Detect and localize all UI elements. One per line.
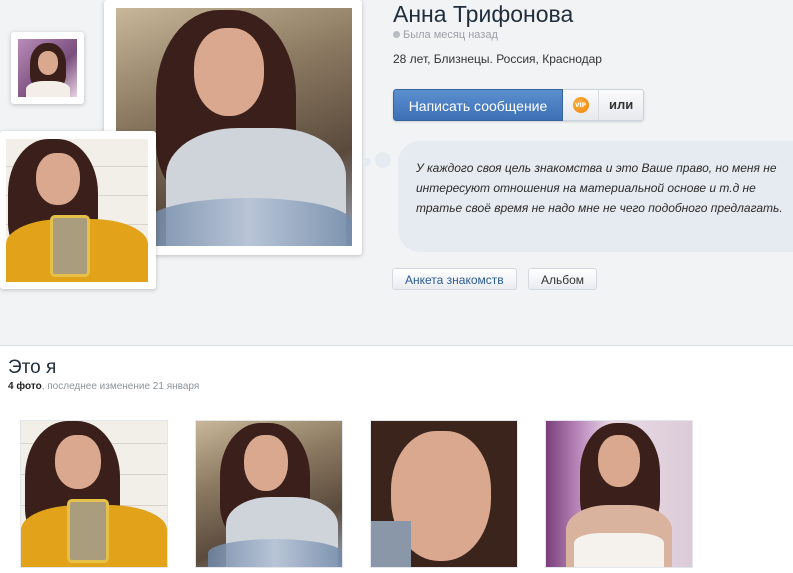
message-button-group: Написать сообщение VIP или	[393, 89, 645, 121]
vip-icon: VIP	[572, 97, 589, 113]
album-photo-count: 4 фото	[8, 381, 42, 392]
album-title[interactable]: Это я	[8, 357, 56, 379]
status-dot-icon	[393, 31, 400, 38]
last-seen-status: Была месяц назад	[393, 29, 498, 41]
tab-dating-profile[interactable]: Анкета знакомств	[392, 268, 517, 290]
profile-info: 28 лет, Близнецы. Россия, Краснодар	[393, 52, 602, 66]
album-photo[interactable]	[371, 421, 517, 567]
or-dropdown-button[interactable]: или	[598, 89, 645, 121]
speech-bubble-tail-large	[375, 152, 391, 168]
profile-name: Анна Трифонова	[393, 1, 574, 27]
last-seen-text: Была месяц назад	[403, 29, 498, 41]
album-photo[interactable]	[21, 421, 167, 567]
speech-bubble-tail-small	[363, 158, 371, 166]
vip-button[interactable]: VIP	[563, 89, 598, 121]
secondary-photo-card[interactable]	[0, 131, 156, 289]
thumbnail-photo	[18, 39, 77, 97]
album-updated: , последнее изменение 21 января	[41, 381, 200, 392]
secondary-photo	[6, 139, 148, 282]
about-text: У каждого своя цель знакомства и это Ваш…	[416, 161, 783, 215]
album-photo[interactable]	[546, 421, 692, 567]
album-subtitle: 4 фото, последнее изменение 21 января	[8, 381, 199, 392]
album-photo[interactable]	[196, 421, 342, 567]
write-message-button[interactable]: Написать сообщение	[393, 89, 563, 121]
tab-album[interactable]: Альбом	[528, 268, 598, 290]
profile-thumbnail[interactable]	[11, 32, 84, 104]
